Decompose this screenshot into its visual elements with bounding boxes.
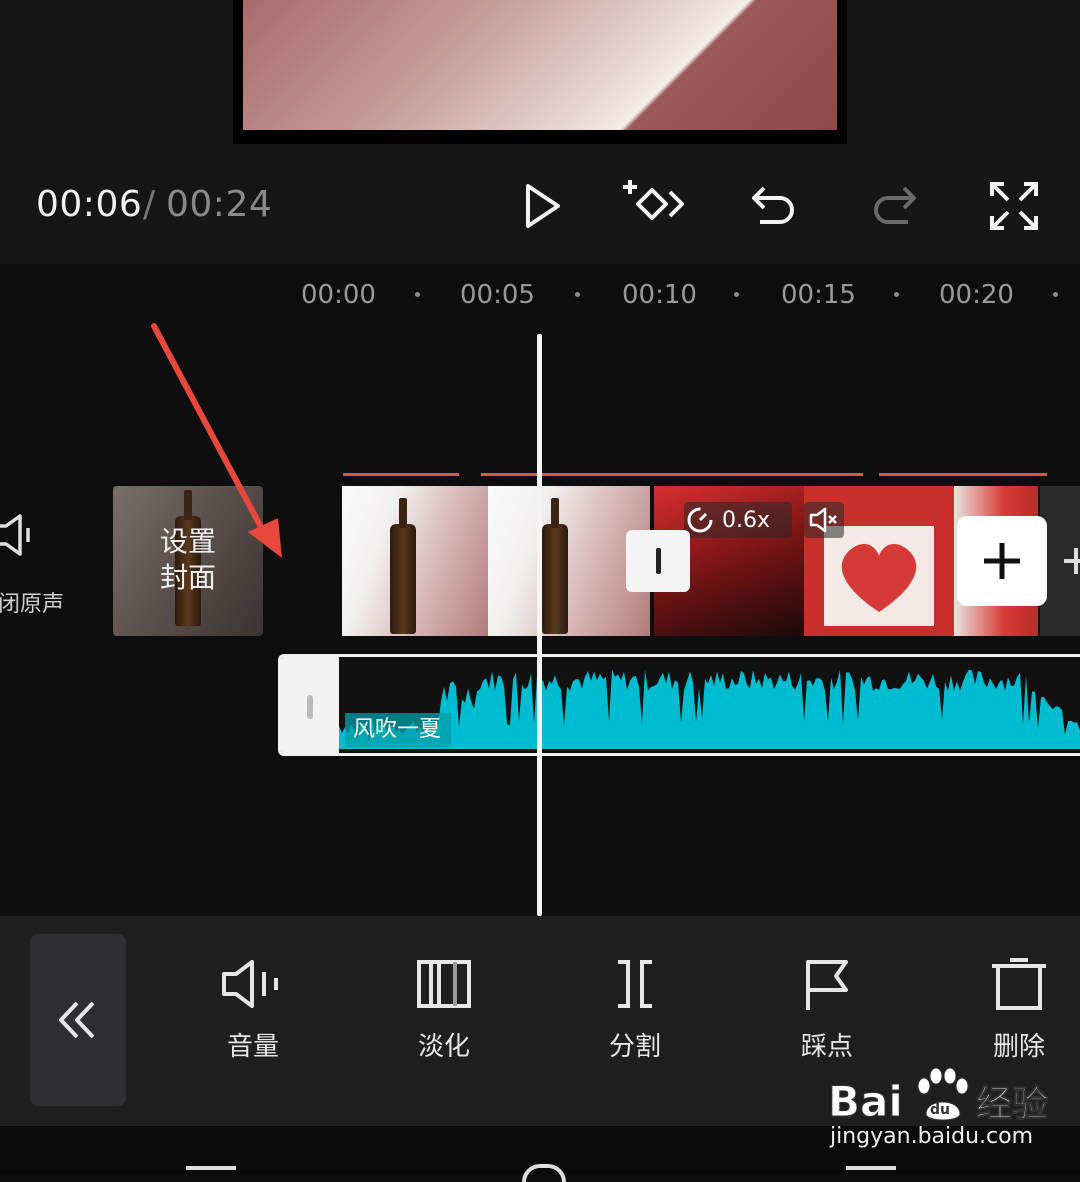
clip-trim-handle[interactable]	[626, 530, 690, 592]
video-preview-image	[243, 0, 837, 130]
watermark-url: jingyan.baidu.com	[830, 1124, 1034, 1149]
speed-value: 0.6x	[722, 507, 771, 533]
segment-indicator	[343, 473, 459, 476]
double-chevron-left-icon	[59, 1001, 95, 1039]
video-preview-frame[interactable]	[233, 0, 847, 144]
muted-icon	[809, 507, 837, 533]
video-clip-thumbnail[interactable]	[342, 486, 488, 636]
total-time: 00:24	[166, 184, 273, 225]
speed-badge: 0.6x	[684, 502, 792, 538]
audio-trim-handle[interactable]	[281, 657, 339, 753]
fade-icon	[417, 960, 471, 1008]
split-icon	[618, 960, 652, 1008]
delete-icon	[992, 958, 1046, 1010]
tool-label: 淡化	[417, 1032, 470, 1062]
tool-split[interactable]: 分割	[575, 956, 695, 1086]
annotation-arrow	[151, 323, 282, 558]
home-icon[interactable]	[522, 1164, 566, 1182]
svg-text:du: du	[930, 1102, 950, 1118]
collapse-back-button[interactable]	[30, 934, 126, 1106]
beat-flag-icon	[806, 960, 848, 1010]
back-icon[interactable]	[846, 1166, 896, 1170]
ruler-dot	[415, 292, 420, 297]
speed-icon	[687, 507, 713, 533]
undo-button[interactable]	[742, 176, 806, 236]
handle-grip	[655, 548, 661, 574]
ruler-dot	[894, 292, 899, 297]
mute-original-audio-button[interactable]	[0, 510, 36, 560]
ruler-dot	[575, 292, 580, 297]
ruler-tick: 00:20	[939, 280, 1014, 310]
fullscreen-icon	[990, 182, 1038, 230]
play-icon	[526, 184, 560, 228]
ruler-tick: 00:00	[301, 280, 376, 310]
handle-grip	[307, 695, 313, 719]
svg-text:Bai: Bai	[828, 1077, 903, 1126]
bottle-image	[542, 498, 568, 634]
play-button[interactable]	[510, 176, 574, 236]
plus-icon	[984, 543, 1020, 579]
add-clip-button[interactable]	[957, 516, 1047, 606]
menu-icon[interactable]	[186, 1166, 236, 1170]
ruler-dot	[1053, 292, 1058, 297]
mute-original-audio-label: 闭原声	[0, 592, 65, 617]
volume-icon	[222, 960, 278, 1008]
tool-fade[interactable]: 淡化	[384, 956, 504, 1086]
redo-icon	[874, 186, 916, 224]
ruler-tick: 00:05	[460, 280, 535, 310]
tool-label: 音量	[226, 1032, 279, 1062]
undo-icon	[752, 186, 794, 224]
tool-volume[interactable]: 音量	[193, 956, 313, 1086]
keyframe-button[interactable]	[622, 176, 686, 236]
fullscreen-button[interactable]	[982, 176, 1046, 236]
ruler-tick: 00:10	[622, 280, 697, 310]
audio-track-name: 风吹一夏	[345, 713, 452, 747]
svg-text:经验: 经验	[976, 1084, 1048, 1125]
segment-indicator	[879, 473, 1047, 476]
keyframe-icon	[623, 180, 684, 220]
video-preview-area: 00:06 / 00:24	[0, 0, 1080, 264]
speaker-icon	[0, 514, 30, 556]
clip-muted-badge	[804, 502, 844, 538]
current-time: 00:06	[36, 184, 143, 225]
audio-track[interactable]: 风吹一夏	[278, 654, 1080, 756]
plus-icon	[1064, 548, 1080, 574]
redo-button[interactable]	[862, 176, 926, 236]
ruler-tick: 00:15	[781, 280, 856, 310]
time-separator: /	[143, 184, 156, 225]
tool-label: 分割	[608, 1032, 661, 1062]
bottle-image	[390, 498, 416, 634]
ruler-dot	[734, 292, 739, 297]
playhead[interactable]	[537, 334, 542, 916]
